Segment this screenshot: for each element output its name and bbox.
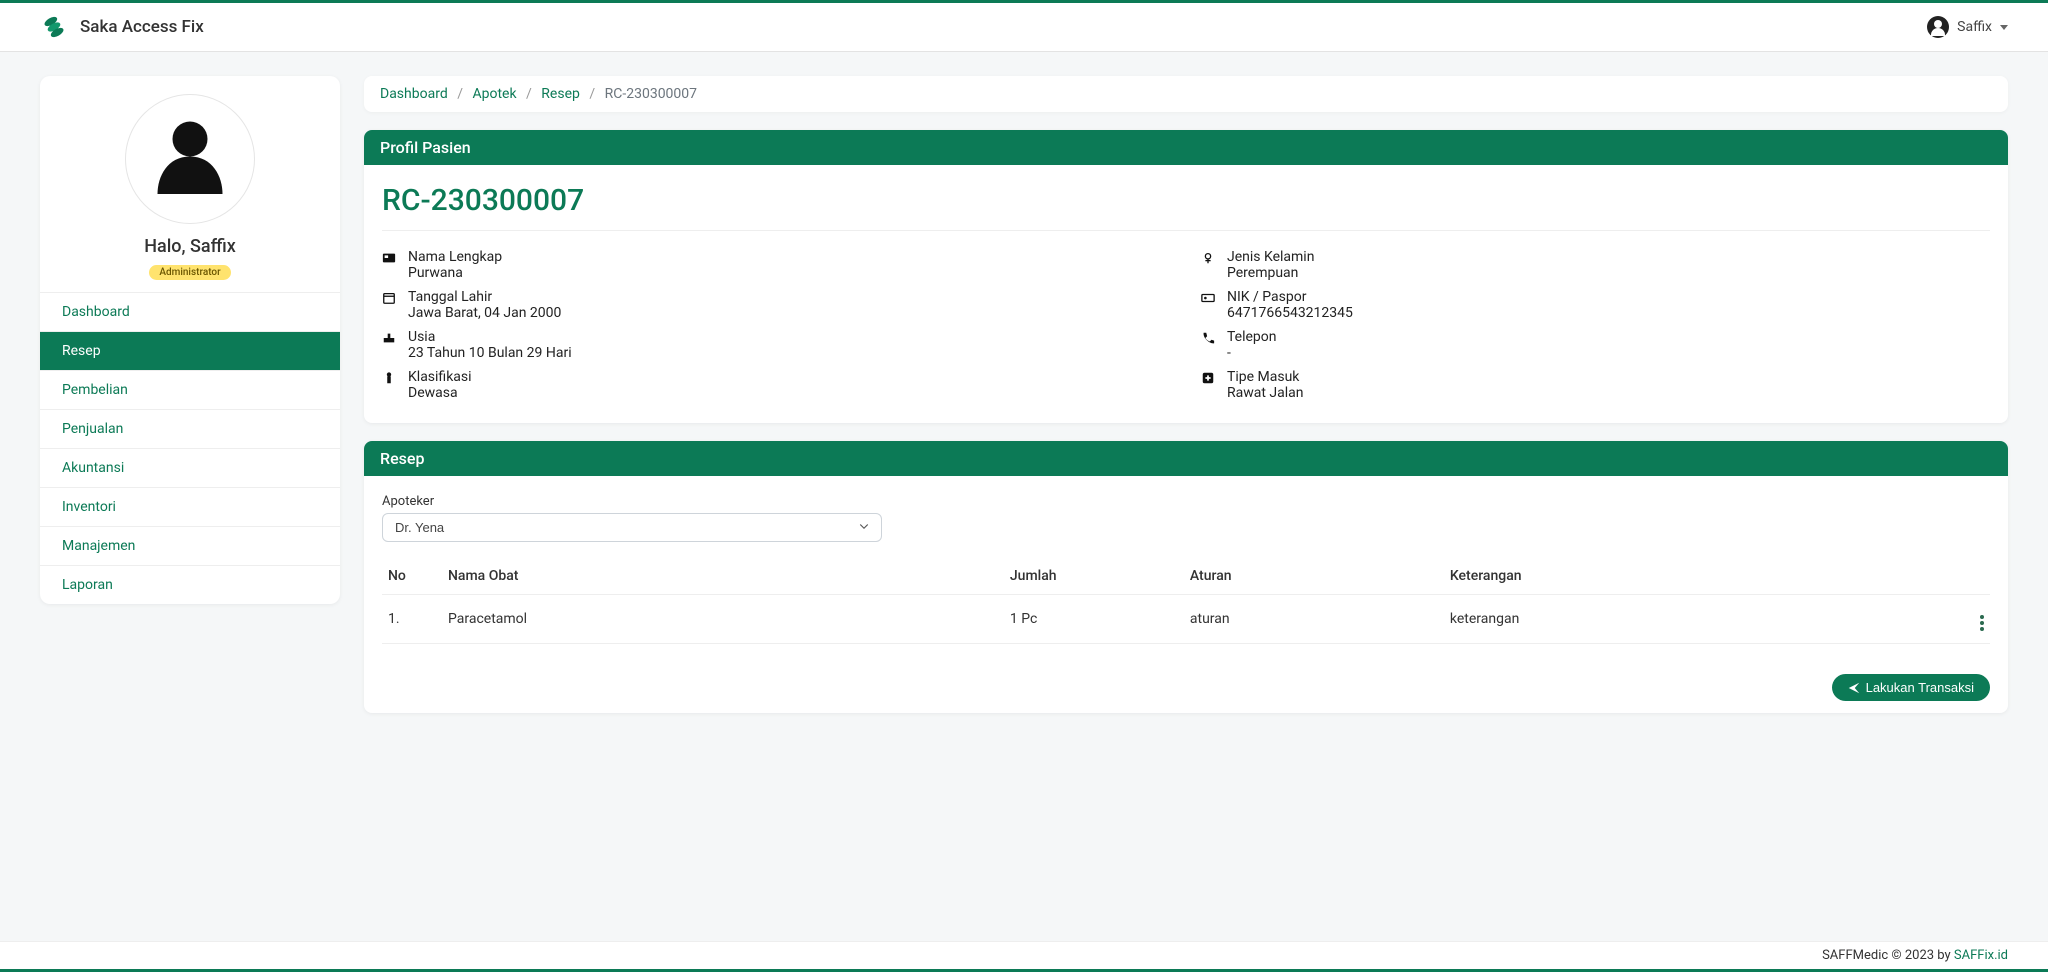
tgl-value: Jawa Barat, 04 Jan 2000 [408,305,561,321]
id-card-icon [382,249,398,269]
sidebar-item-resep[interactable]: Resep [40,331,340,370]
cell-no: 1. [382,595,442,644]
sidebar-item-laporan[interactable]: Laporan [40,565,340,604]
breadcrumb-sep: / [589,86,595,102]
nik-icon [1201,289,1217,309]
usia-value: 23 Tahun 10 Bulan 29 Hari [408,345,572,361]
col-jumlah: Jumlah [1004,558,1184,595]
more-vert-icon [1980,615,1984,631]
user-name: Saffix [1957,19,1992,35]
breadcrumb-sep: / [457,86,463,102]
col-no: No [382,558,442,595]
sidebar-item-inventori[interactable]: Inventori [40,487,340,526]
col-ket: Keterangan [1444,558,1960,595]
resep-card-title: Resep [364,441,2008,476]
nik-value: 6471766543212345 [1227,305,1353,321]
cake-icon [382,329,398,349]
tgl-label: Tanggal Lahir [408,289,561,305]
footer-link[interactable]: SAFFix.id [1954,948,2008,963]
nama-label: Nama Lengkap [408,249,502,265]
calendar-icon [382,289,398,309]
nik-label: NIK / Paspor [1227,289,1353,305]
brand-logo-icon [40,13,68,41]
jk-label: Jenis Kelamin [1227,249,1314,265]
sidebar: Halo, Saffix Administrator Dashboard Res… [40,76,340,604]
app-header: Saka Access Fix Saffix [0,3,2048,52]
profil-pasien-card: Profil Pasien RC-230300007 Nama Lengkap … [364,130,2008,423]
app-footer: SAFFMedic © 2023 by SAFFix.id [0,941,2048,969]
main-content: Dashboard / Apotek / Resep / RC-23030000… [364,76,2008,713]
divider [382,230,1990,231]
breadcrumb-apotek[interactable]: Apotek [472,86,516,102]
usia-label: Usia [408,329,572,345]
tel-label: Telepon [1227,329,1277,345]
user-menu[interactable]: Saffix [1927,16,2008,38]
resep-card: Resep Apoteker Dr. Yena No Nama Obat Jum… [364,441,2008,713]
apoteker-select[interactable]: Dr. Yena [382,513,882,542]
cell-ket: keterangan [1444,595,1960,644]
sidebar-item-penjualan[interactable]: Penjualan [40,409,340,448]
lakukan-transaksi-button[interactable]: Lakukan Transaksi [1832,674,1990,701]
sidebar-profile: Halo, Saffix Administrator [40,76,340,292]
sidebar-nav: Dashboard Resep Pembelian Penjualan Akun… [40,292,340,604]
plus-square-icon [1201,369,1217,389]
avatar [125,94,255,224]
user-icon [1927,16,1949,38]
breadcrumb-dashboard[interactable]: Dashboard [380,86,448,102]
tipe-value: Rawat Jalan [1227,385,1304,401]
nama-value: Purwana [408,265,502,281]
role-badge: Administrator [149,265,230,280]
resep-table: No Nama Obat Jumlah Aturan Keterangan 1.… [382,558,1990,644]
profil-card-title: Profil Pasien [364,130,2008,165]
breadcrumb-resep[interactable]: Resep [541,86,580,102]
footer-copy: SAFFMedic © 2023 by [1822,948,1954,963]
breadcrumb-current: RC-230300007 [605,86,697,102]
chevron-down-icon [2000,25,2008,30]
brand[interactable]: Saka Access Fix [40,13,204,41]
cell-jumlah: 1 Pc [1004,595,1184,644]
action-label: Lakukan Transaksi [1866,680,1974,695]
gender-icon [1201,249,1217,269]
brand-name: Saka Access Fix [80,17,204,37]
greeting: Halo, Saffix [50,236,330,257]
col-aturan: Aturan [1184,558,1444,595]
cell-nama: Paracetamol [442,595,1004,644]
breadcrumb: Dashboard / Apotek / Resep / RC-23030000… [364,76,2008,112]
sidebar-item-pembelian[interactable]: Pembelian [40,370,340,409]
col-nama: Nama Obat [442,558,1004,595]
person-icon [382,369,398,389]
tel-value: - [1227,345,1277,361]
phone-icon [1201,329,1217,349]
rc-number: RC-230300007 [382,183,1990,218]
table-row: 1. Paracetamol 1 Pc aturan keterangan [382,595,1990,644]
tipe-label: Tipe Masuk [1227,369,1304,385]
sidebar-item-manajemen[interactable]: Manajemen [40,526,340,565]
sidebar-item-akuntansi[interactable]: Akuntansi [40,448,340,487]
sidebar-item-dashboard[interactable]: Dashboard [40,292,340,331]
send-icon [1848,682,1860,694]
klas-value: Dewasa [408,385,472,401]
row-actions[interactable] [1960,595,1990,644]
jk-value: Perempuan [1227,265,1314,281]
cell-aturan: aturan [1184,595,1444,644]
apoteker-label: Apoteker [382,494,1990,509]
breadcrumb-sep: / [526,86,532,102]
klas-label: Klasifikasi [408,369,472,385]
